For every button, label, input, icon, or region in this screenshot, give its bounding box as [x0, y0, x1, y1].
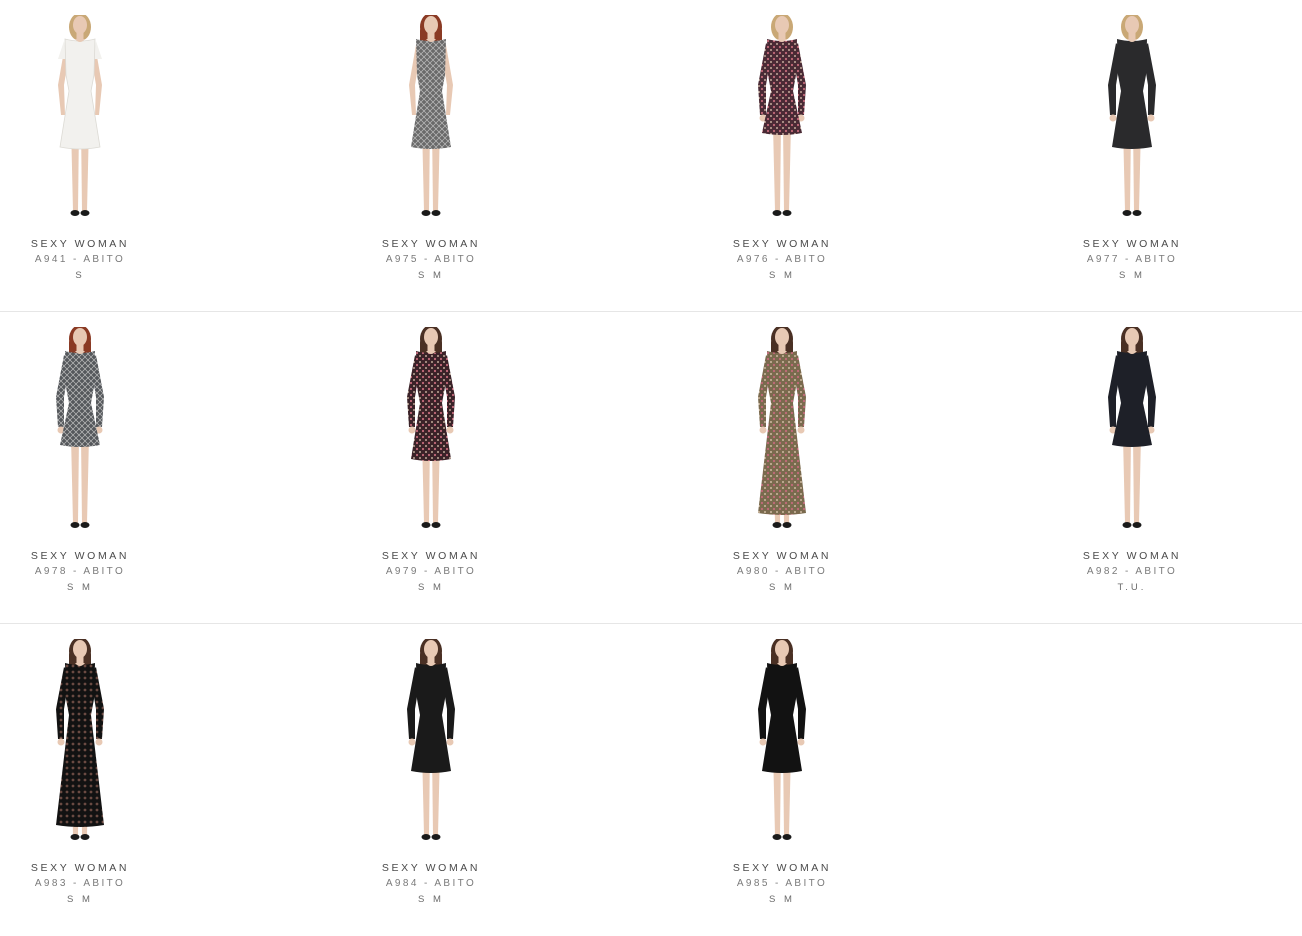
- model-figure: [409, 15, 453, 216]
- product-photo[interactable]: [361, 15, 501, 219]
- product-name[interactable]: A979 - ABITO: [311, 564, 551, 580]
- product-sizes: S M: [418, 582, 444, 593]
- product-name[interactable]: A976 - ABITO: [662, 252, 902, 268]
- product-brand[interactable]: SEXY WOMAN: [662, 860, 902, 876]
- product-card[interactable]: SEXY WOMAN A984 - ABITO S M: [311, 639, 551, 908]
- product-card[interactable]: SEXY WOMAN A983 - ABITO S M: [0, 639, 200, 908]
- product-brand[interactable]: SEXY WOMAN: [0, 548, 200, 564]
- product-photo[interactable]: [712, 327, 852, 531]
- product-card[interactable]: SEXY WOMAN A978 - ABITO S M: [0, 327, 200, 596]
- model-figure: [56, 327, 104, 528]
- product-card[interactable]: SEXY WOMAN A977 - ABITO S M: [1012, 15, 1252, 284]
- product-grid: SEXY WOMAN A941 - ABITO S SEXY WOMAN A97…: [0, 0, 1302, 936]
- model-figure: [58, 15, 102, 216]
- product-photo[interactable]: [10, 15, 150, 219]
- product-photo[interactable]: [1062, 327, 1202, 531]
- model-figure: [1108, 15, 1156, 216]
- model-figure: [758, 327, 806, 528]
- product-name[interactable]: A983 - ABITO: [0, 876, 200, 892]
- product-card[interactable]: SEXY WOMAN A941 - ABITO S: [0, 15, 200, 284]
- product-sizes: S M: [67, 582, 93, 593]
- product-name[interactable]: A984 - ABITO: [311, 876, 551, 892]
- product-photo[interactable]: [361, 327, 501, 531]
- product-name[interactable]: A980 - ABITO: [662, 564, 902, 580]
- product-name[interactable]: A975 - ABITO: [311, 252, 551, 268]
- product-sizes: S M: [769, 270, 795, 281]
- product-name[interactable]: A978 - ABITO: [0, 564, 200, 580]
- product-row: SEXY WOMAN A978 - ABITO S M SEXY WOMAN A…: [0, 312, 1302, 624]
- product-sizes: S M: [1119, 270, 1145, 281]
- product-brand[interactable]: SEXY WOMAN: [311, 236, 551, 252]
- product-card[interactable]: SEXY WOMAN A982 - ABITO T.U.: [1012, 327, 1252, 596]
- product-sizes: S M: [769, 894, 795, 905]
- model-figure: [407, 327, 455, 528]
- product-sizes: S M: [769, 582, 795, 593]
- product-photo[interactable]: [712, 15, 852, 219]
- product-photo[interactable]: [361, 639, 501, 843]
- product-card[interactable]: SEXY WOMAN A975 - ABITO S M: [311, 15, 551, 284]
- product-brand[interactable]: SEXY WOMAN: [311, 548, 551, 564]
- product-card[interactable]: SEXY WOMAN A985 - ABITO S M: [662, 639, 902, 908]
- product-row: SEXY WOMAN A941 - ABITO S SEXY WOMAN A97…: [0, 0, 1302, 312]
- product-photo[interactable]: [10, 327, 150, 531]
- product-card[interactable]: SEXY WOMAN A976 - ABITO S M: [662, 15, 902, 284]
- product-photo[interactable]: [10, 639, 150, 843]
- model-figure: [758, 15, 806, 216]
- product-sizes: S: [75, 270, 85, 281]
- product-brand[interactable]: SEXY WOMAN: [1012, 236, 1252, 252]
- product-name[interactable]: A977 - ABITO: [1012, 252, 1252, 268]
- product-brand[interactable]: SEXY WOMAN: [662, 236, 902, 252]
- model-figure: [758, 639, 806, 840]
- product-name[interactable]: A982 - ABITO: [1012, 564, 1252, 580]
- product-sizes: S M: [418, 894, 444, 905]
- product-brand[interactable]: SEXY WOMAN: [662, 548, 902, 564]
- product-brand[interactable]: SEXY WOMAN: [0, 236, 200, 252]
- model-figure: [56, 639, 104, 840]
- product-photo[interactable]: [1062, 15, 1202, 219]
- product-brand[interactable]: SEXY WOMAN: [1012, 548, 1252, 564]
- product-brand[interactable]: SEXY WOMAN: [311, 860, 551, 876]
- product-sizes: T.U.: [1117, 582, 1147, 593]
- product-name[interactable]: A941 - ABITO: [0, 252, 200, 268]
- product-photo[interactable]: [712, 639, 852, 843]
- product-sizes: S M: [67, 894, 93, 905]
- product-brand[interactable]: SEXY WOMAN: [0, 860, 200, 876]
- product-card[interactable]: SEXY WOMAN A980 - ABITO S M: [662, 327, 902, 596]
- model-figure: [1108, 327, 1156, 528]
- product-sizes: S M: [418, 270, 444, 281]
- product-name[interactable]: A985 - ABITO: [662, 876, 902, 892]
- product-row: SEXY WOMAN A983 - ABITO S M SEXY WOMAN A…: [0, 624, 1302, 936]
- product-card[interactable]: SEXY WOMAN A979 - ABITO S M: [311, 327, 551, 596]
- model-figure: [407, 639, 455, 840]
